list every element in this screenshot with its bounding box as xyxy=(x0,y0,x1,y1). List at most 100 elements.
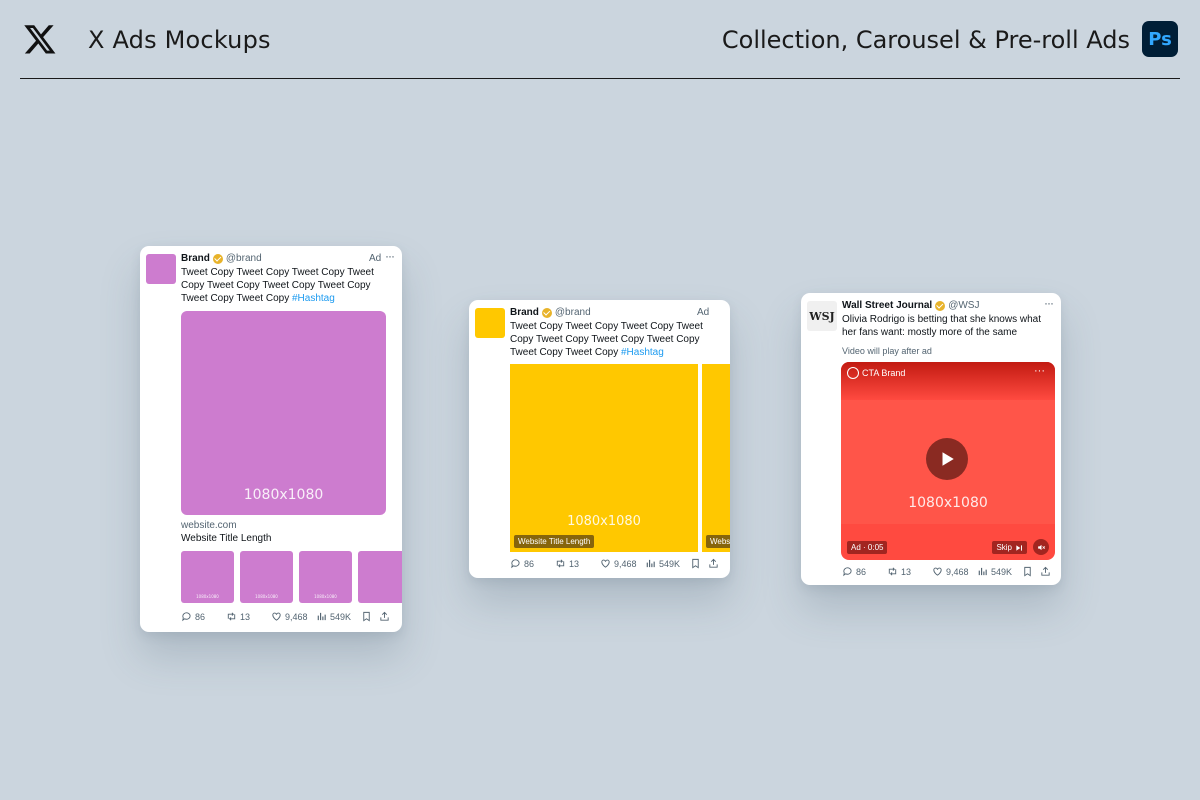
mute-button[interactable] xyxy=(1033,539,1049,555)
bookmark-button[interactable] xyxy=(361,611,379,622)
views-button[interactable]: 549K xyxy=(645,558,690,569)
carousel-title-badge: Website Title Length xyxy=(514,535,595,548)
tweet-header: Wall Street Journal @WSJ xyxy=(842,300,979,311)
retweet-count: 13 xyxy=(901,566,912,577)
reply-icon xyxy=(843,567,852,577)
carousel-card-1[interactable]: 1080x1080 Website Title Length xyxy=(510,364,698,552)
retweet-icon xyxy=(227,612,236,621)
view-count: 549K xyxy=(330,611,352,622)
video-notice: Video will play after ad xyxy=(842,346,932,356)
photoshop-icon: Ps xyxy=(1142,21,1178,57)
like-button[interactable]: 9,468 xyxy=(600,558,645,569)
more-options-icon[interactable]: ··· xyxy=(1044,296,1054,310)
brand-handle[interactable]: @brand xyxy=(555,307,591,318)
share-button[interactable] xyxy=(1040,566,1051,577)
views-icon xyxy=(317,612,326,621)
volume-muted-icon xyxy=(1037,544,1045,550)
carousel-ad-card: Brand @brand Ad ··· Tweet Copy Tweet Cop… xyxy=(469,300,730,578)
preroll-ad-card: WSJ Wall Street Journal @WSJ ··· Olivia … xyxy=(801,293,1061,585)
website-title[interactable]: Website Title Length xyxy=(181,533,271,544)
hashtag-link[interactable]: #Hashtag xyxy=(292,293,335,304)
retweet-icon xyxy=(556,559,565,568)
cta-brand-name[interactable]: CTA Brand xyxy=(862,368,905,378)
avatar[interactable] xyxy=(475,308,505,338)
brand-name[interactable]: Brand xyxy=(181,253,210,264)
reply-button[interactable]: 86 xyxy=(510,558,555,569)
brand-name[interactable]: Wall Street Journal xyxy=(842,300,932,311)
tweet-header: Brand @brand xyxy=(181,253,262,264)
share-icon xyxy=(709,558,718,568)
like-count: 9,468 xyxy=(614,558,637,569)
views-icon xyxy=(646,559,655,568)
collection-hero-image[interactable]: 1080x1080 xyxy=(181,311,386,515)
play-button[interactable] xyxy=(926,438,968,480)
retweet-button[interactable]: 13 xyxy=(887,566,932,577)
views-button[interactable]: 549K xyxy=(977,566,1022,577)
heart-icon xyxy=(601,559,610,568)
verified-badge-icon xyxy=(212,253,223,264)
collection-thumbnail[interactable]: 1080x1080 xyxy=(181,551,234,603)
tweet-text: Tweet Copy Tweet Copy Tweet Copy Tweet C… xyxy=(510,321,703,358)
tile-size-label: 1080x1080 xyxy=(567,514,641,529)
hero-size-label: 1080x1080 xyxy=(243,487,324,503)
video-player[interactable]: CTA Brand ··· 1080x1080 Ad · 0:05 Skip xyxy=(841,362,1055,560)
view-count: 549K xyxy=(991,566,1013,577)
share-button[interactable] xyxy=(708,558,719,569)
page-subtitle: Collection, Carousel & Pre-roll Ads xyxy=(721,26,1130,54)
brand-handle[interactable]: @brand xyxy=(226,253,262,264)
like-button[interactable]: 9,468 xyxy=(932,566,977,577)
tweet-text: Olivia Rodrigo is betting that she knows… xyxy=(842,314,1041,338)
tweet-actions: 86 13 9,468 549K xyxy=(510,558,719,569)
thumb-size-label: 1080x1080 xyxy=(255,594,278,599)
heart-icon xyxy=(272,612,281,621)
tweet-copy: Tweet Copy Tweet Copy Tweet Copy Tweet C… xyxy=(510,320,708,359)
retweet-count: 13 xyxy=(240,611,251,622)
cta-brand-avatar[interactable] xyxy=(847,367,859,379)
share-button[interactable] xyxy=(379,611,390,622)
heart-icon xyxy=(933,567,942,576)
avatar[interactable] xyxy=(146,254,176,284)
website-domain[interactable]: website.com xyxy=(181,520,237,531)
view-count: 549K xyxy=(659,558,681,569)
thumb-size-label: 1080x1080 xyxy=(196,594,219,599)
ad-label: Ad xyxy=(369,253,382,264)
share-icon xyxy=(1041,566,1050,576)
reply-button[interactable]: 86 xyxy=(181,611,226,622)
wsj-logo-text: WSJ xyxy=(809,309,835,323)
thumb-size-label: 1080x1080 xyxy=(314,594,337,599)
reply-count: 86 xyxy=(524,558,535,569)
more-options-icon[interactable]: ··· xyxy=(385,249,395,263)
x-logo-icon xyxy=(24,25,56,54)
bookmark-button[interactable] xyxy=(1022,566,1040,577)
bookmark-icon xyxy=(1024,566,1031,577)
retweet-button[interactable]: 13 xyxy=(555,558,600,569)
wsj-logo[interactable]: WSJ xyxy=(807,301,837,331)
collection-thumbnail[interactable]: 1080x1080 xyxy=(240,551,293,603)
like-count: 9,468 xyxy=(285,611,308,622)
hashtag-link[interactable]: #Hashtag xyxy=(621,347,664,358)
brand-name[interactable]: Brand xyxy=(510,307,539,318)
views-button[interactable]: 549K xyxy=(316,611,361,622)
reply-icon xyxy=(511,559,520,569)
tweet-copy: Tweet Copy Tweet Copy Tweet Copy Tweet C… xyxy=(181,266,381,305)
tweet-actions: 86 13 9,468 549K xyxy=(181,611,390,622)
video-options-icon[interactable]: ··· xyxy=(1034,365,1045,377)
bookmark-icon xyxy=(363,611,370,622)
reply-count: 86 xyxy=(856,566,867,577)
video-size-label: 1080x1080 xyxy=(908,495,988,511)
carousel-title-badge: Webs xyxy=(706,535,730,548)
carousel-card-2[interactable]: Webs xyxy=(702,364,730,552)
ad-timer: Ad · 0:05 xyxy=(847,541,888,554)
share-icon xyxy=(380,611,389,621)
retweet-icon xyxy=(888,567,897,576)
collection-thumbnail[interactable]: 1080x1080 xyxy=(299,551,352,603)
bookmark-button[interactable] xyxy=(690,558,708,569)
tweet-actions: 86 13 9,468 549K xyxy=(842,566,1051,577)
retweet-button[interactable]: 13 xyxy=(226,611,271,622)
reply-button[interactable]: 86 xyxy=(842,566,887,577)
collection-thumbnail[interactable] xyxy=(358,551,402,603)
skip-icon xyxy=(1016,544,1022,551)
skip-button[interactable]: Skip xyxy=(992,541,1027,554)
brand-handle[interactable]: @WSJ xyxy=(948,300,979,311)
like-button[interactable]: 9,468 xyxy=(271,611,316,622)
